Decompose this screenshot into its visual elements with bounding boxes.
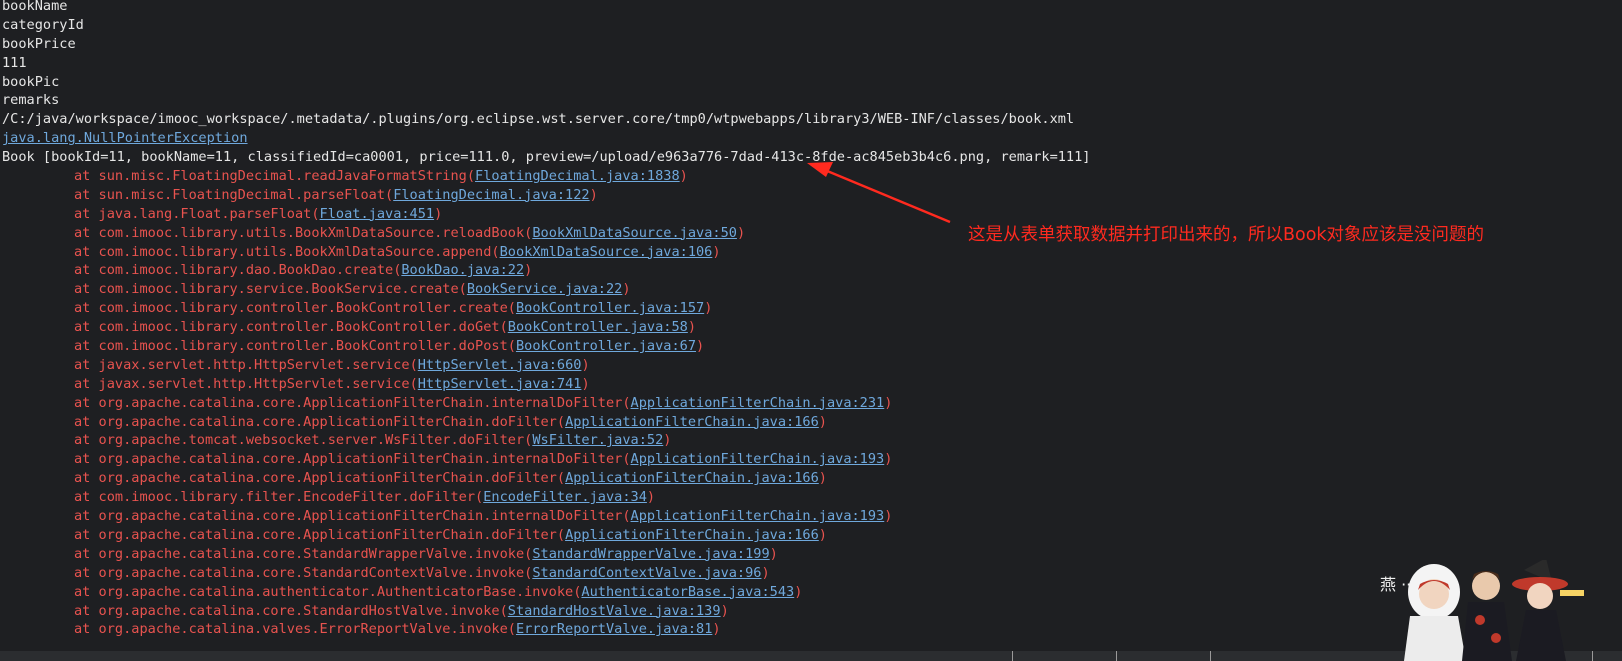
status-segment	[1012, 651, 1013, 661]
annotation-text: 这是从表单获取数据并打印出来的，所以Book对象应该是没问题的	[968, 225, 1485, 245]
status-segment	[1116, 651, 1117, 661]
anime-mascot-icon	[1404, 560, 1584, 661]
watermark-mascots: 燕 ·· 简	[1380, 560, 1584, 661]
status-segment	[1210, 651, 1211, 661]
